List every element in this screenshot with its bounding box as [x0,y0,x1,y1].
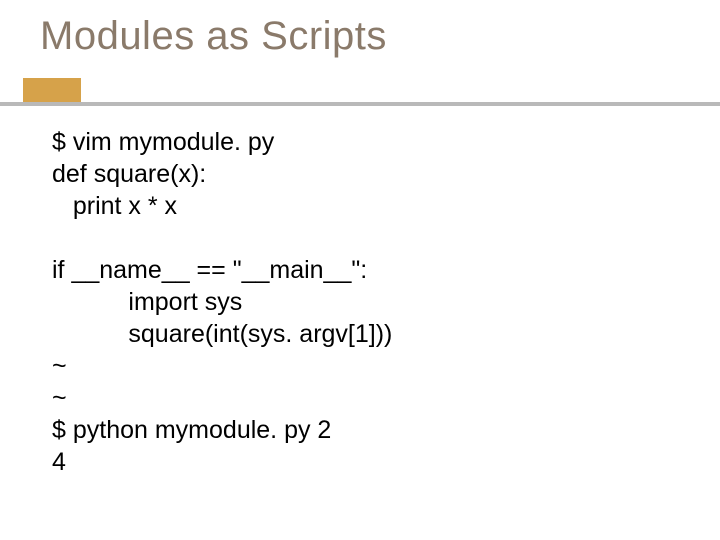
code-line: ~ [52,350,672,382]
code-line: square(int(sys. argv[1])) [52,318,672,350]
slide-title: Modules as Scripts [40,14,387,59]
slide: Modules as Scripts $ vim mymodule. py de… [0,0,720,540]
code-block: $ vim mymodule. py def square(x): print … [52,126,672,478]
code-line: 4 [52,446,672,478]
code-line: $ python mymodule. py 2 [52,414,672,446]
code-line: ~ [52,382,672,414]
accent-box [23,78,81,102]
code-line: def square(x): [52,158,672,190]
code-line: $ vim mymodule. py [52,126,672,158]
title-rule [0,78,720,106]
blank-line [52,222,672,254]
code-line: if __name__ == "__main__": [52,254,672,286]
gray-underline [0,102,720,106]
code-line: import sys [52,286,672,318]
code-line: print x * x [52,190,672,222]
